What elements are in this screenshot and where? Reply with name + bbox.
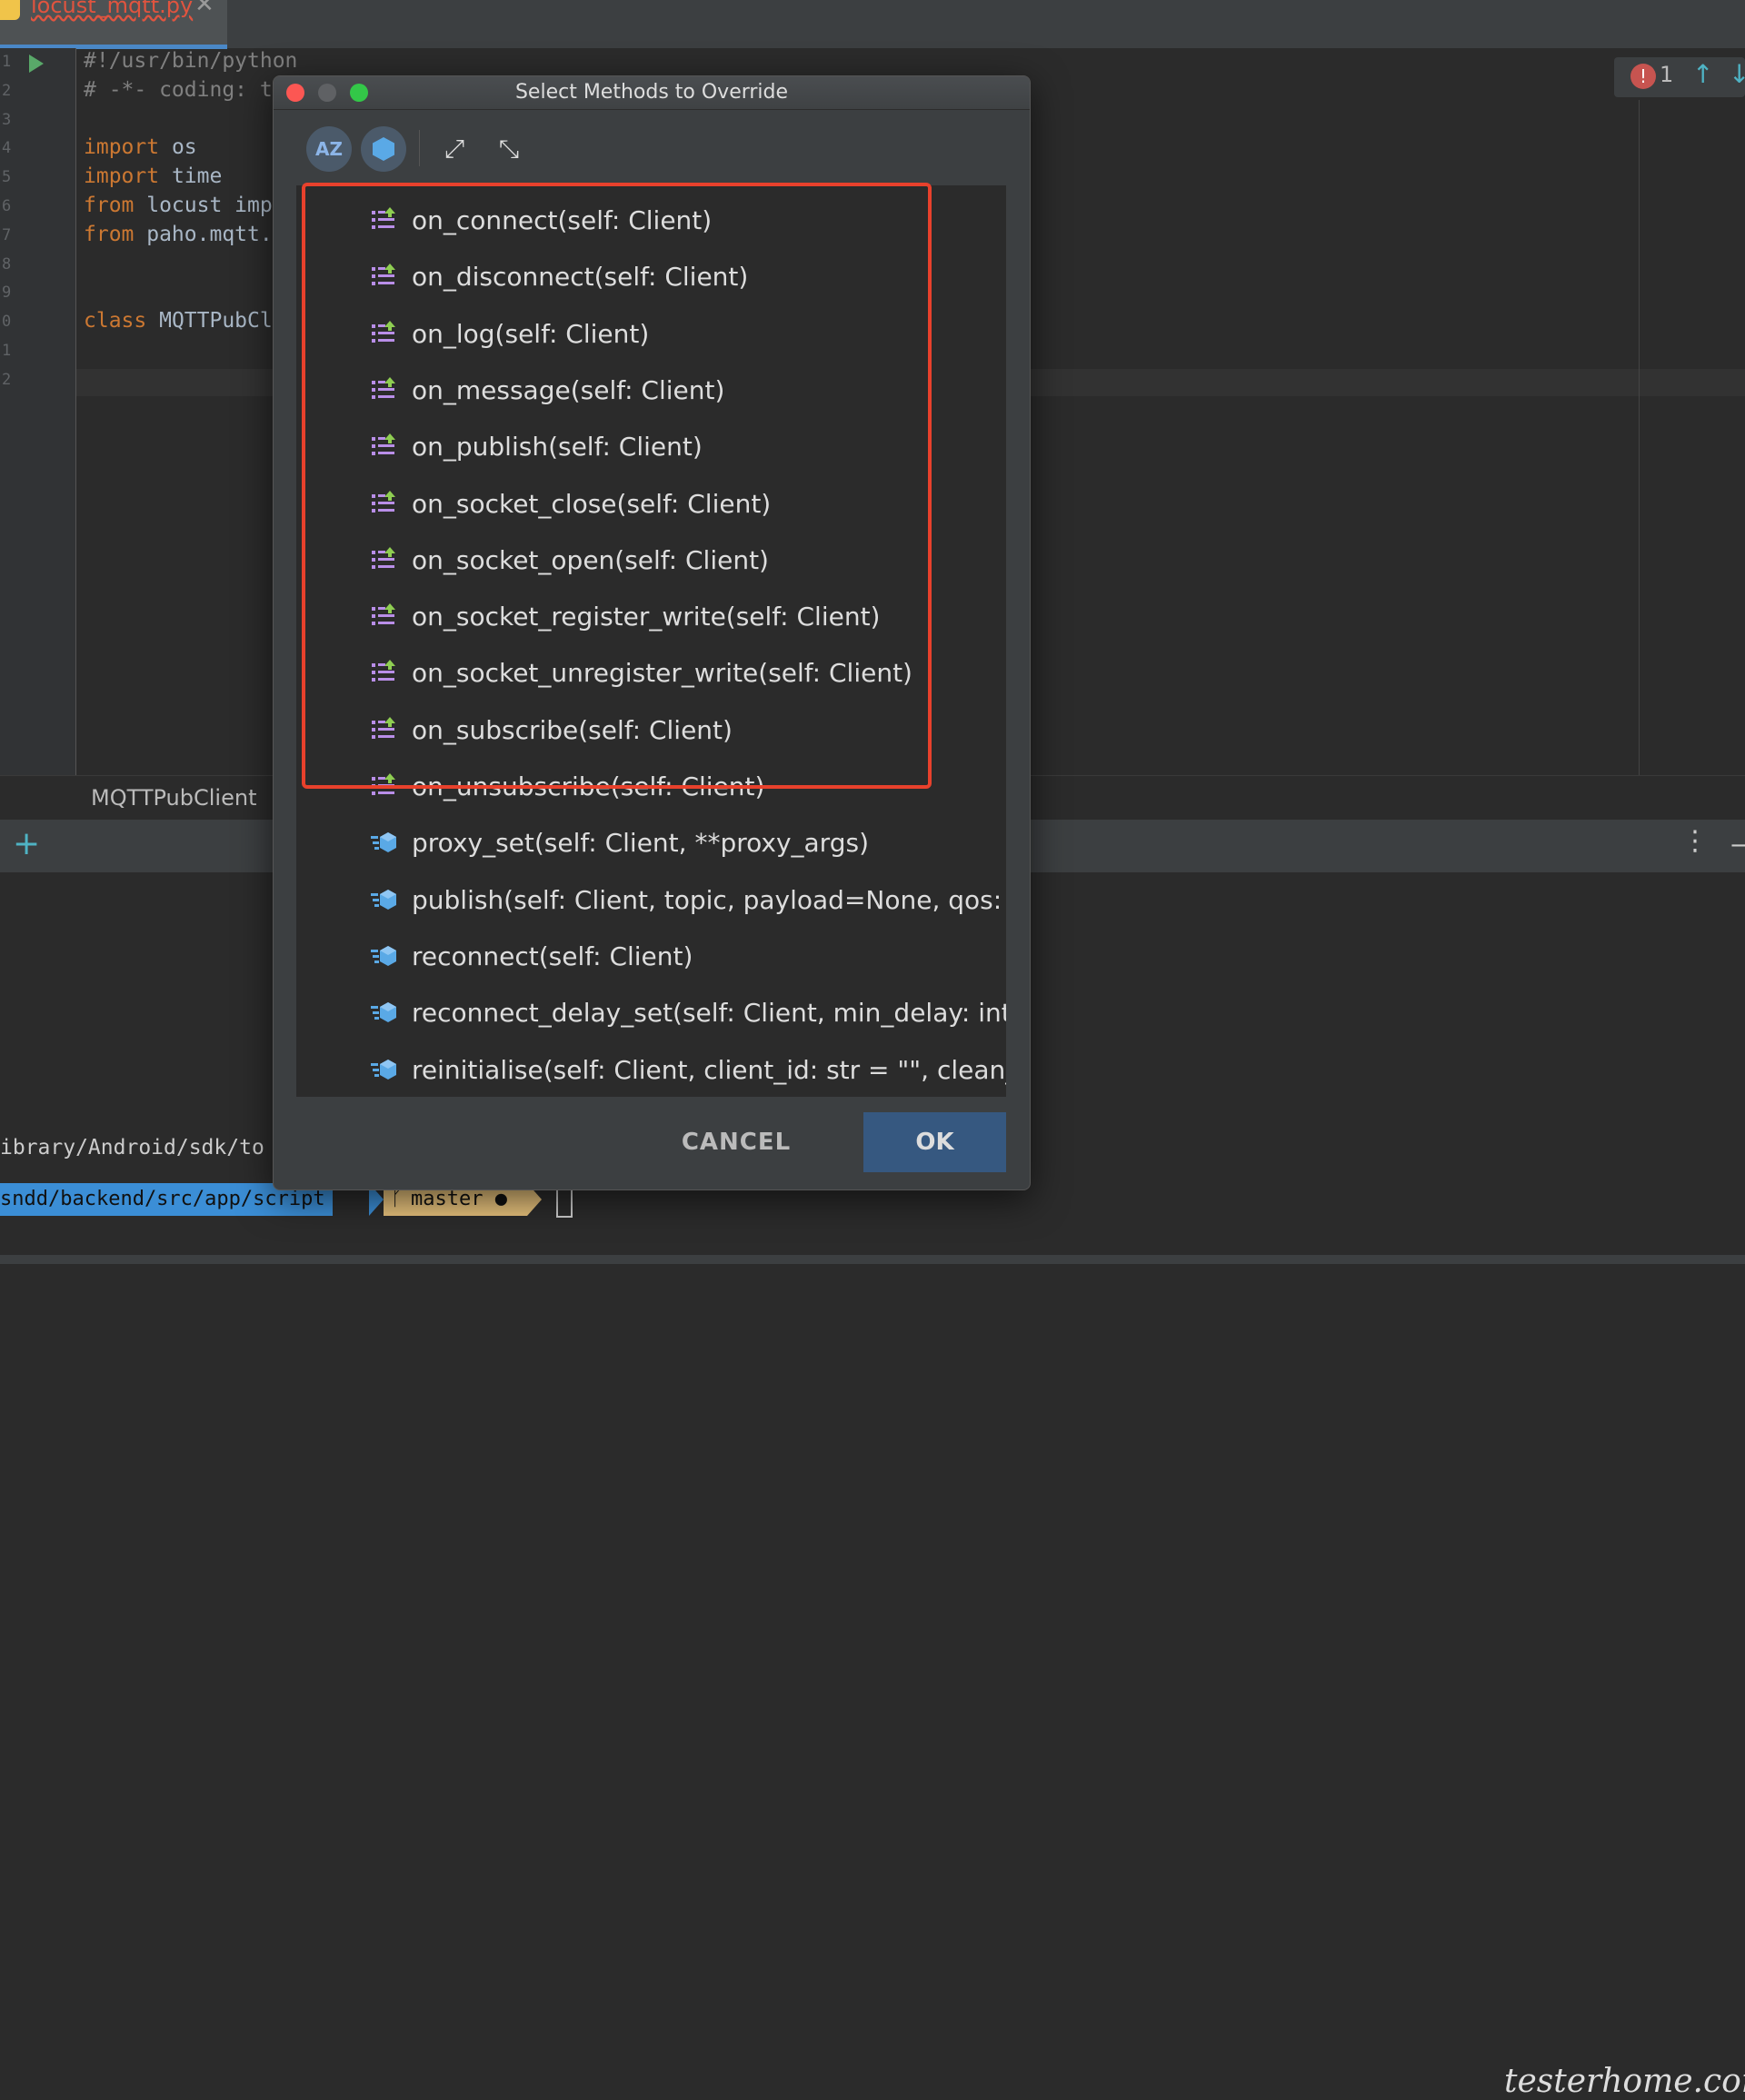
breadcrumb-class[interactable]: MQTTPubClient [91, 785, 256, 811]
dialog-titlebar[interactable]: Select Methods to Override [274, 76, 1030, 110]
line-number: 2 [2, 81, 12, 100]
status-bar [0, 1255, 1745, 1264]
line-number: 4 [2, 139, 12, 158]
right-margin-guide [1639, 100, 1640, 777]
method-signature: reconnect_delay_set(self: Client, min_de… [412, 998, 1006, 1029]
method-list-item[interactable]: reconnect(self: Client) [296, 929, 1006, 985]
line-number: 6 [2, 197, 12, 215]
class-hexagon-icon [373, 137, 394, 161]
code-text: locust imp [134, 194, 273, 217]
minimize-icon[interactable]: — [1730, 829, 1745, 861]
file-tab-label: locust_mqtt.py [31, 0, 194, 18]
show-classes-button[interactable] [361, 126, 406, 172]
code-text: # -*- coding: t [84, 77, 273, 102]
run-icon[interactable] [29, 55, 44, 73]
method-signature: reconnect(self: Client) [412, 941, 693, 971]
editor-tab-bar: locust_mqtt.py ✕ [0, 0, 1745, 49]
code-line: from paho.mqtt. [84, 223, 273, 246]
previous-error-icon[interactable]: ↑ [1692, 59, 1713, 89]
error-icon: ! [1630, 64, 1656, 89]
line-number: 7 [2, 225, 12, 244]
line-number: 1 [2, 342, 12, 360]
cancel-button[interactable]: CANCEL [669, 1112, 803, 1172]
code-text: #!/usr/bin/python [84, 49, 298, 73]
sort-alpha-icon: AZ [315, 138, 343, 160]
code-line: #!/usr/bin/python [84, 49, 297, 73]
select-methods-dialog: Select Methods to Override AZ ⤢ ⤡ on_con… [273, 75, 1031, 1190]
code-text: time [159, 164, 223, 189]
expand-icon: ⤢ [444, 134, 465, 164]
method-signature: reinitialise(self: Client, client_id: st… [412, 1054, 1006, 1085]
code-line: class MQTTPubCl [84, 309, 273, 333]
code-text: MQTTPubCl [146, 309, 273, 333]
override-method-icon [369, 998, 398, 1027]
next-error-icon[interactable]: ↓ [1729, 59, 1745, 89]
code-line: from locust imp [84, 194, 273, 217]
line-number: 8 [2, 254, 12, 274]
collapse-all-button[interactable]: ⤡ [486, 126, 532, 172]
override-method-icon [369, 885, 398, 914]
override-method-icon [369, 828, 398, 857]
line-number: 1 [2, 53, 12, 71]
code-line: import time [84, 164, 222, 188]
add-terminal-icon[interactable]: + [13, 825, 40, 862]
code-keyword: class [84, 309, 147, 333]
line-gutter [0, 48, 76, 775]
collapse-icon: ⤡ [498, 134, 520, 164]
file-tab[interactable]: locust_mqtt.py ✕ [0, 0, 227, 49]
python-file-icon [0, 0, 20, 20]
dialog-title: Select Methods to Override [514, 81, 789, 104]
toolbar-divider [419, 130, 420, 166]
override-method-icon [369, 1055, 398, 1084]
method-list-item[interactable]: reconnect_delay_set(self: Client, min_de… [296, 985, 1006, 1041]
code-keyword: import [84, 135, 160, 160]
ok-button[interactable]: OK [863, 1112, 1006, 1172]
method-list-item[interactable]: reinitialise(self: Client, client_id: st… [296, 1042, 1006, 1098]
annotation-highlight-box [302, 183, 932, 789]
code-keyword: import [84, 164, 160, 189]
error-count: 1 [1660, 62, 1674, 87]
line-number: 0 [2, 313, 12, 332]
terminal-cursor [556, 1187, 573, 1218]
terminal-output-line: ibrary/Android/sdk/to [0, 1136, 264, 1159]
close-icon[interactable]: ✕ [194, 0, 214, 18]
override-method-icon [369, 941, 398, 970]
method-signature: proxy_set(self: Client, **proxy_args) [412, 828, 869, 859]
sort-alphabetically-button[interactable]: AZ [306, 126, 352, 172]
code-keyword: from [84, 194, 135, 217]
code-line: # -*- coding: t [84, 78, 273, 102]
more-options-icon[interactable]: ⋮ [1681, 825, 1709, 857]
method-signature: publish(self: Client, topic, payload=Non… [412, 884, 1006, 915]
dialog-toolbar: AZ ⤢ ⤡ [274, 110, 1030, 183]
watermark: testerhome.com [1504, 2063, 1745, 2100]
line-number: 3 [2, 110, 12, 129]
expand-all-button[interactable]: ⤢ [432, 126, 477, 172]
code-text: os [159, 135, 197, 160]
method-list-item[interactable]: proxy_set(self: Client, **proxy_args) [296, 815, 1006, 871]
code-text: paho.mqtt. [134, 222, 273, 246]
code-keyword: from [84, 222, 135, 246]
problems-widget[interactable]: ! 1 ↑ ↓ [1614, 57, 1745, 97]
line-number: 5 [2, 168, 12, 187]
code-line: import os [84, 135, 197, 159]
method-list-item[interactable]: publish(self: Client, topic, payload=Non… [296, 872, 1006, 929]
line-number: 2 [2, 370, 12, 389]
line-number: 9 [2, 284, 12, 303]
